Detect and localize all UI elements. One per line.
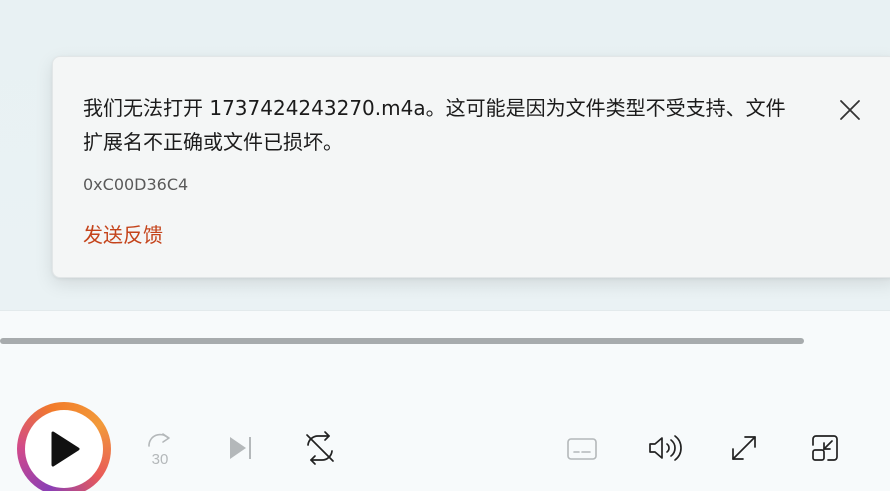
next-track-icon <box>230 437 251 459</box>
play-button-inner <box>25 410 103 488</box>
close-icon <box>840 100 860 120</box>
skip-forward-label: 30 <box>152 451 169 468</box>
volume-button[interactable] <box>646 428 682 468</box>
play-icon <box>51 431 80 467</box>
volume-icon <box>649 435 682 461</box>
repeat-off-icon <box>306 431 334 465</box>
send-feedback-link[interactable]: 发送反馈 <box>83 219 163 248</box>
captions-icon <box>567 438 597 460</box>
skip-forward-30-button[interactable]: 30 <box>141 428 177 468</box>
skip-forward-30-icon: 30 <box>148 433 170 468</box>
error-code: 0xC00D36C4 <box>83 175 189 194</box>
mini-player-button[interactable] <box>807 428 843 468</box>
mini-player-icon <box>812 435 838 461</box>
error-message: 我们无法打开 1737424243270.m4a。这可能是因为文件类型不受支持、… <box>83 96 786 154</box>
error-notification: 我们无法打开 1737424243270.m4a。这可能是因为文件类型不受支持、… <box>52 56 890 278</box>
fullscreen-button[interactable] <box>726 428 762 468</box>
close-button[interactable] <box>835 95 865 125</box>
seek-bar[interactable] <box>0 338 804 344</box>
next-track-button[interactable] <box>222 428 258 468</box>
repeat-button[interactable] <box>302 428 338 468</box>
fullscreen-icon <box>732 436 756 460</box>
play-button[interactable] <box>17 402 111 491</box>
captions-button[interactable] <box>564 428 600 468</box>
